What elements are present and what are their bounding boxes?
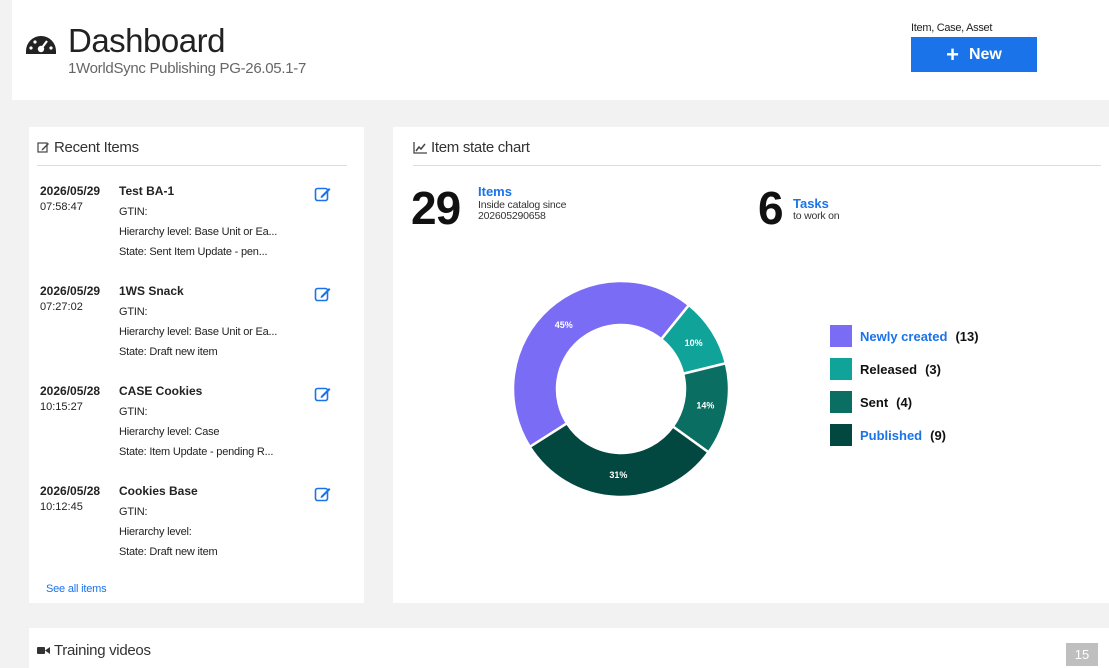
legend-item-released: Released (3) (830, 358, 941, 380)
legend-count: (4) (896, 394, 913, 410)
legend-item-published[interactable]: Published (9) (830, 424, 946, 446)
item-gtin: GTIN: (119, 406, 148, 418)
donut-slice-label: 31% (609, 470, 627, 480)
items-count: 29 (411, 182, 461, 234)
item-time: 10:15:27 (40, 401, 83, 413)
legend-label: Sent (860, 394, 889, 410)
legend-swatch (830, 358, 852, 380)
legend-label[interactable]: Newly created (860, 329, 947, 344)
edit-icon (37, 142, 49, 153)
item-time: 07:58:47 (40, 201, 83, 213)
video-camera-icon (37, 647, 50, 654)
page-title: Dashboard (68, 22, 225, 59)
item-name: 1WS Snack (119, 284, 184, 298)
legend-swatch (830, 325, 852, 347)
item-gtin: GTIN: (119, 206, 148, 218)
item-hierarchy: Hierarchy level: Base Unit or Ea... (119, 326, 278, 338)
chart-panel-title: Item state chart (431, 139, 530, 156)
edit-icon[interactable] (314, 385, 332, 403)
item-state-chart-panel: Item state chart 29 Items Inside catalog… (393, 127, 1109, 603)
divider (37, 165, 347, 166)
legend-label[interactable]: Published (860, 428, 922, 443)
donut-slice-label: 45% (555, 320, 573, 330)
edit-icon[interactable] (314, 485, 332, 503)
legend-item-sent: Sent (4) (830, 391, 912, 413)
donut-slice-label: 14% (696, 400, 714, 410)
recent-items-title: Recent Items (54, 139, 139, 156)
page-left-edge (0, 0, 12, 668)
legend-swatch (830, 391, 852, 413)
legend-swatch (830, 424, 852, 446)
item-state: State: Sent Item Update - pen... (119, 246, 268, 258)
line-chart-icon (413, 141, 427, 154)
recent-items-header: Recent Items (37, 139, 139, 156)
item-date: 2026/05/28 (40, 484, 101, 498)
page-number-badge: 15 (1066, 643, 1098, 666)
recent-items-panel: Recent Items 2026/05/29 07:58:47 Test BA… (29, 127, 364, 603)
list-item: 2026/05/28 10:12:45 Cookies Base GTIN: H… (40, 484, 350, 584)
new-button-caption: Item, Case, Asset (911, 22, 993, 34)
donut-slice-label: 10% (685, 338, 703, 348)
legend-count: (13) (955, 328, 979, 344)
legend-label: Released (860, 361, 918, 377)
item-date: 2026/05/28 (40, 384, 101, 398)
dashboard-icon (26, 36, 56, 54)
new-button[interactable]: + New (911, 37, 1037, 72)
training-videos-header: Training videos (37, 642, 151, 659)
tasks-link[interactable]: Tasks (793, 196, 829, 211)
item-hierarchy: Hierarchy level: (119, 526, 192, 538)
page-header: Dashboard 1WorldSync Publishing PG-26.05… (12, 0, 1109, 100)
edit-icon[interactable] (314, 285, 332, 303)
tasks-subtext: to work on (793, 210, 840, 222)
tasks-count: 6 (758, 182, 784, 234)
list-item: 2026/05/28 10:15:27 CASE Cookies GTIN: H… (40, 384, 350, 484)
legend-count: (3) (925, 361, 941, 377)
item-date: 2026/05/29 (40, 184, 101, 198)
new-button-label: New (968, 45, 1002, 63)
item-gtin: GTIN: (119, 506, 148, 518)
edit-icon[interactable] (314, 185, 332, 203)
training-videos-panel: Training videos (29, 628, 1109, 668)
list-item: 2026/05/29 07:58:47 Test BA-1 GTIN: Hier… (40, 184, 350, 284)
item-name: Test BA-1 (119, 184, 175, 198)
item-name: CASE Cookies (119, 384, 203, 398)
page-subtitle: 1WorldSync Publishing PG-26.05.1-7 (68, 60, 306, 77)
see-all-items-link[interactable]: See all items (46, 583, 107, 595)
items-subtext-2: 202605290658 (478, 210, 546, 222)
item-state: State: Item Update - pending R... (119, 446, 274, 458)
item-name: Cookies Base (119, 484, 198, 498)
plus-icon: + (946, 41, 959, 67)
chart-panel-header: Item state chart (413, 139, 530, 156)
divider (413, 165, 1101, 166)
item-time: 10:12:45 (40, 501, 83, 513)
item-gtin: GTIN: (119, 306, 148, 318)
legend-count: (9) (930, 427, 947, 443)
item-state-donut-chart: 45% 10% 14% 31% (511, 279, 731, 499)
item-hierarchy: Hierarchy level: Base Unit or Ea... (119, 226, 278, 238)
donut-slice-published[interactable] (528, 421, 711, 499)
legend-item-newly-created[interactable]: Newly created (13) (830, 325, 979, 347)
list-item: 2026/05/29 07:27:02 1WS Snack GTIN: Hier… (40, 284, 350, 384)
training-videos-title: Training videos (54, 642, 151, 659)
item-date: 2026/05/29 (40, 284, 101, 298)
item-state: State: Draft new item (119, 546, 218, 558)
item-time: 07:27:02 (40, 301, 83, 313)
item-state: State: Draft new item (119, 346, 218, 358)
donut-slice-newly-created[interactable] (511, 279, 691, 449)
item-hierarchy: Hierarchy level: Case (119, 426, 220, 438)
items-link[interactable]: Items (478, 184, 512, 199)
